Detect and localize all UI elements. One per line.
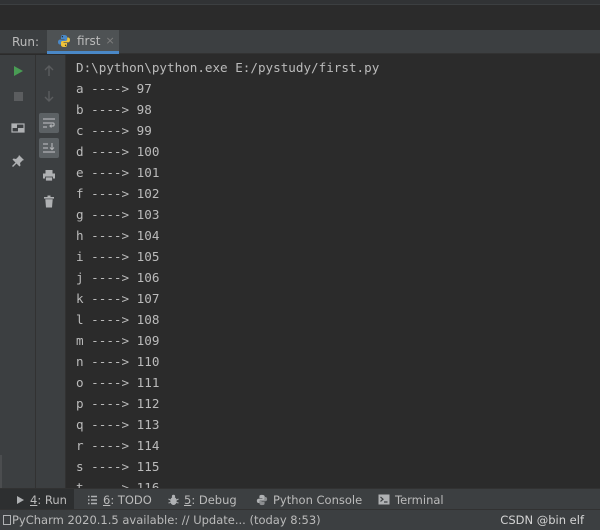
arrow-down-icon xyxy=(44,91,54,102)
console-command-line: D:\python\python.exe E:/pystudy/first.py xyxy=(76,60,380,75)
console-output-line: n ----> 110 xyxy=(76,354,160,369)
layout-icon xyxy=(11,123,25,133)
scroll-down-button[interactable] xyxy=(39,86,59,106)
pin-icon xyxy=(12,155,24,167)
pycharm-window: Run: first × D:\python\python.exe E:/pys… xyxy=(0,0,600,530)
python-console-icon xyxy=(256,494,268,506)
tool-tab-todo[interactable]: 6: TODO xyxy=(87,489,152,510)
console-output-line: e ----> 101 xyxy=(76,165,160,180)
tool-tab-python-console[interactable]: Python Console xyxy=(256,489,362,510)
console-output-line: a ----> 97 xyxy=(76,81,152,96)
console-output-line: f ----> 102 xyxy=(76,186,160,201)
tool-tab-debug-label: 5: Debug xyxy=(184,492,237,507)
stop-button[interactable] xyxy=(8,86,28,106)
terminal-icon xyxy=(378,494,390,505)
console-lines: D:\python\python.exe E:/pystudy/first.py… xyxy=(76,57,379,488)
rerun-button[interactable] xyxy=(8,61,28,81)
console-output-line: i ----> 105 xyxy=(76,249,160,264)
status-bar: PyCharm 2020.1.5 available: // Update...… xyxy=(0,509,600,530)
tool-tab-debug[interactable]: 5: Debug xyxy=(168,489,237,510)
soft-wrap-icon xyxy=(43,118,55,128)
run-icon xyxy=(16,495,25,505)
run-tab-label: first xyxy=(77,33,101,48)
stop-icon xyxy=(13,91,23,101)
editor-ruler xyxy=(0,0,600,5)
console-output-line: t ----> 116 xyxy=(76,480,160,488)
scroll-to-end-icon xyxy=(43,143,55,153)
scroll-up-button[interactable] xyxy=(39,61,59,81)
console-output-line: g ----> 103 xyxy=(76,207,160,222)
close-icon[interactable]: × xyxy=(105,34,114,47)
run-panel-header: Run: first × xyxy=(0,30,600,54)
arrow-up-icon xyxy=(44,65,54,76)
run-panel-label: Run: xyxy=(12,35,40,49)
scroll-to-end-button[interactable] xyxy=(39,138,59,158)
console-output-line: l ----> 108 xyxy=(76,312,160,327)
todo-icon xyxy=(87,495,98,505)
console-output-line: d ----> 100 xyxy=(76,144,160,159)
trash-icon xyxy=(44,195,54,207)
console-output-line: h ----> 104 xyxy=(76,228,160,243)
tool-window-bar: 4: Run 6: TODO 5: Debug Python Console T… xyxy=(0,488,600,510)
run-toolbar-primary xyxy=(0,55,36,530)
update-notification[interactable]: PyCharm 2020.1.5 available: // Update...… xyxy=(12,513,321,527)
run-toolbar-secondary xyxy=(36,55,66,488)
console-output-line: p ----> 112 xyxy=(76,396,160,411)
run-tab-first[interactable]: first × xyxy=(47,30,119,54)
restore-layout-button[interactable] xyxy=(8,118,28,138)
tool-tab-terminal[interactable]: Terminal xyxy=(378,489,444,510)
play-icon xyxy=(14,66,23,76)
tool-tab-todo-label: 6: TODO xyxy=(103,492,152,507)
tool-tab-terminal-label: Terminal xyxy=(395,492,444,507)
print-button[interactable] xyxy=(39,165,59,185)
tool-tab-python-console-label: Python Console xyxy=(273,492,363,507)
console-output-line: r ----> 114 xyxy=(76,438,160,453)
console-output-line: o ----> 111 xyxy=(76,375,160,390)
console-output-line: k ----> 107 xyxy=(76,291,160,306)
clear-all-button[interactable] xyxy=(39,191,59,211)
tool-tab-run[interactable]: 4: Run xyxy=(0,489,74,510)
soft-wrap-button[interactable] xyxy=(39,113,59,133)
console-output-line: b ----> 98 xyxy=(76,102,152,117)
tool-tab-run-label: 4: Run xyxy=(30,492,67,507)
console-output-line: q ----> 113 xyxy=(76,417,160,432)
python-icon xyxy=(58,34,70,47)
bug-icon xyxy=(168,494,179,506)
console-output[interactable]: D:\python\python.exe E:/pystudy/first.py… xyxy=(66,55,600,488)
pin-tab-button[interactable] xyxy=(8,151,28,171)
watermark-text: CSDN @bin elf xyxy=(500,513,584,527)
printer-icon xyxy=(43,169,55,181)
editor-top-strip xyxy=(0,0,600,31)
console-output-line: j ----> 106 xyxy=(76,270,160,285)
console-output-line: c ----> 99 xyxy=(76,123,152,138)
console-output-line: s ----> 115 xyxy=(76,459,160,474)
console-output-line: m ----> 109 xyxy=(76,333,160,348)
